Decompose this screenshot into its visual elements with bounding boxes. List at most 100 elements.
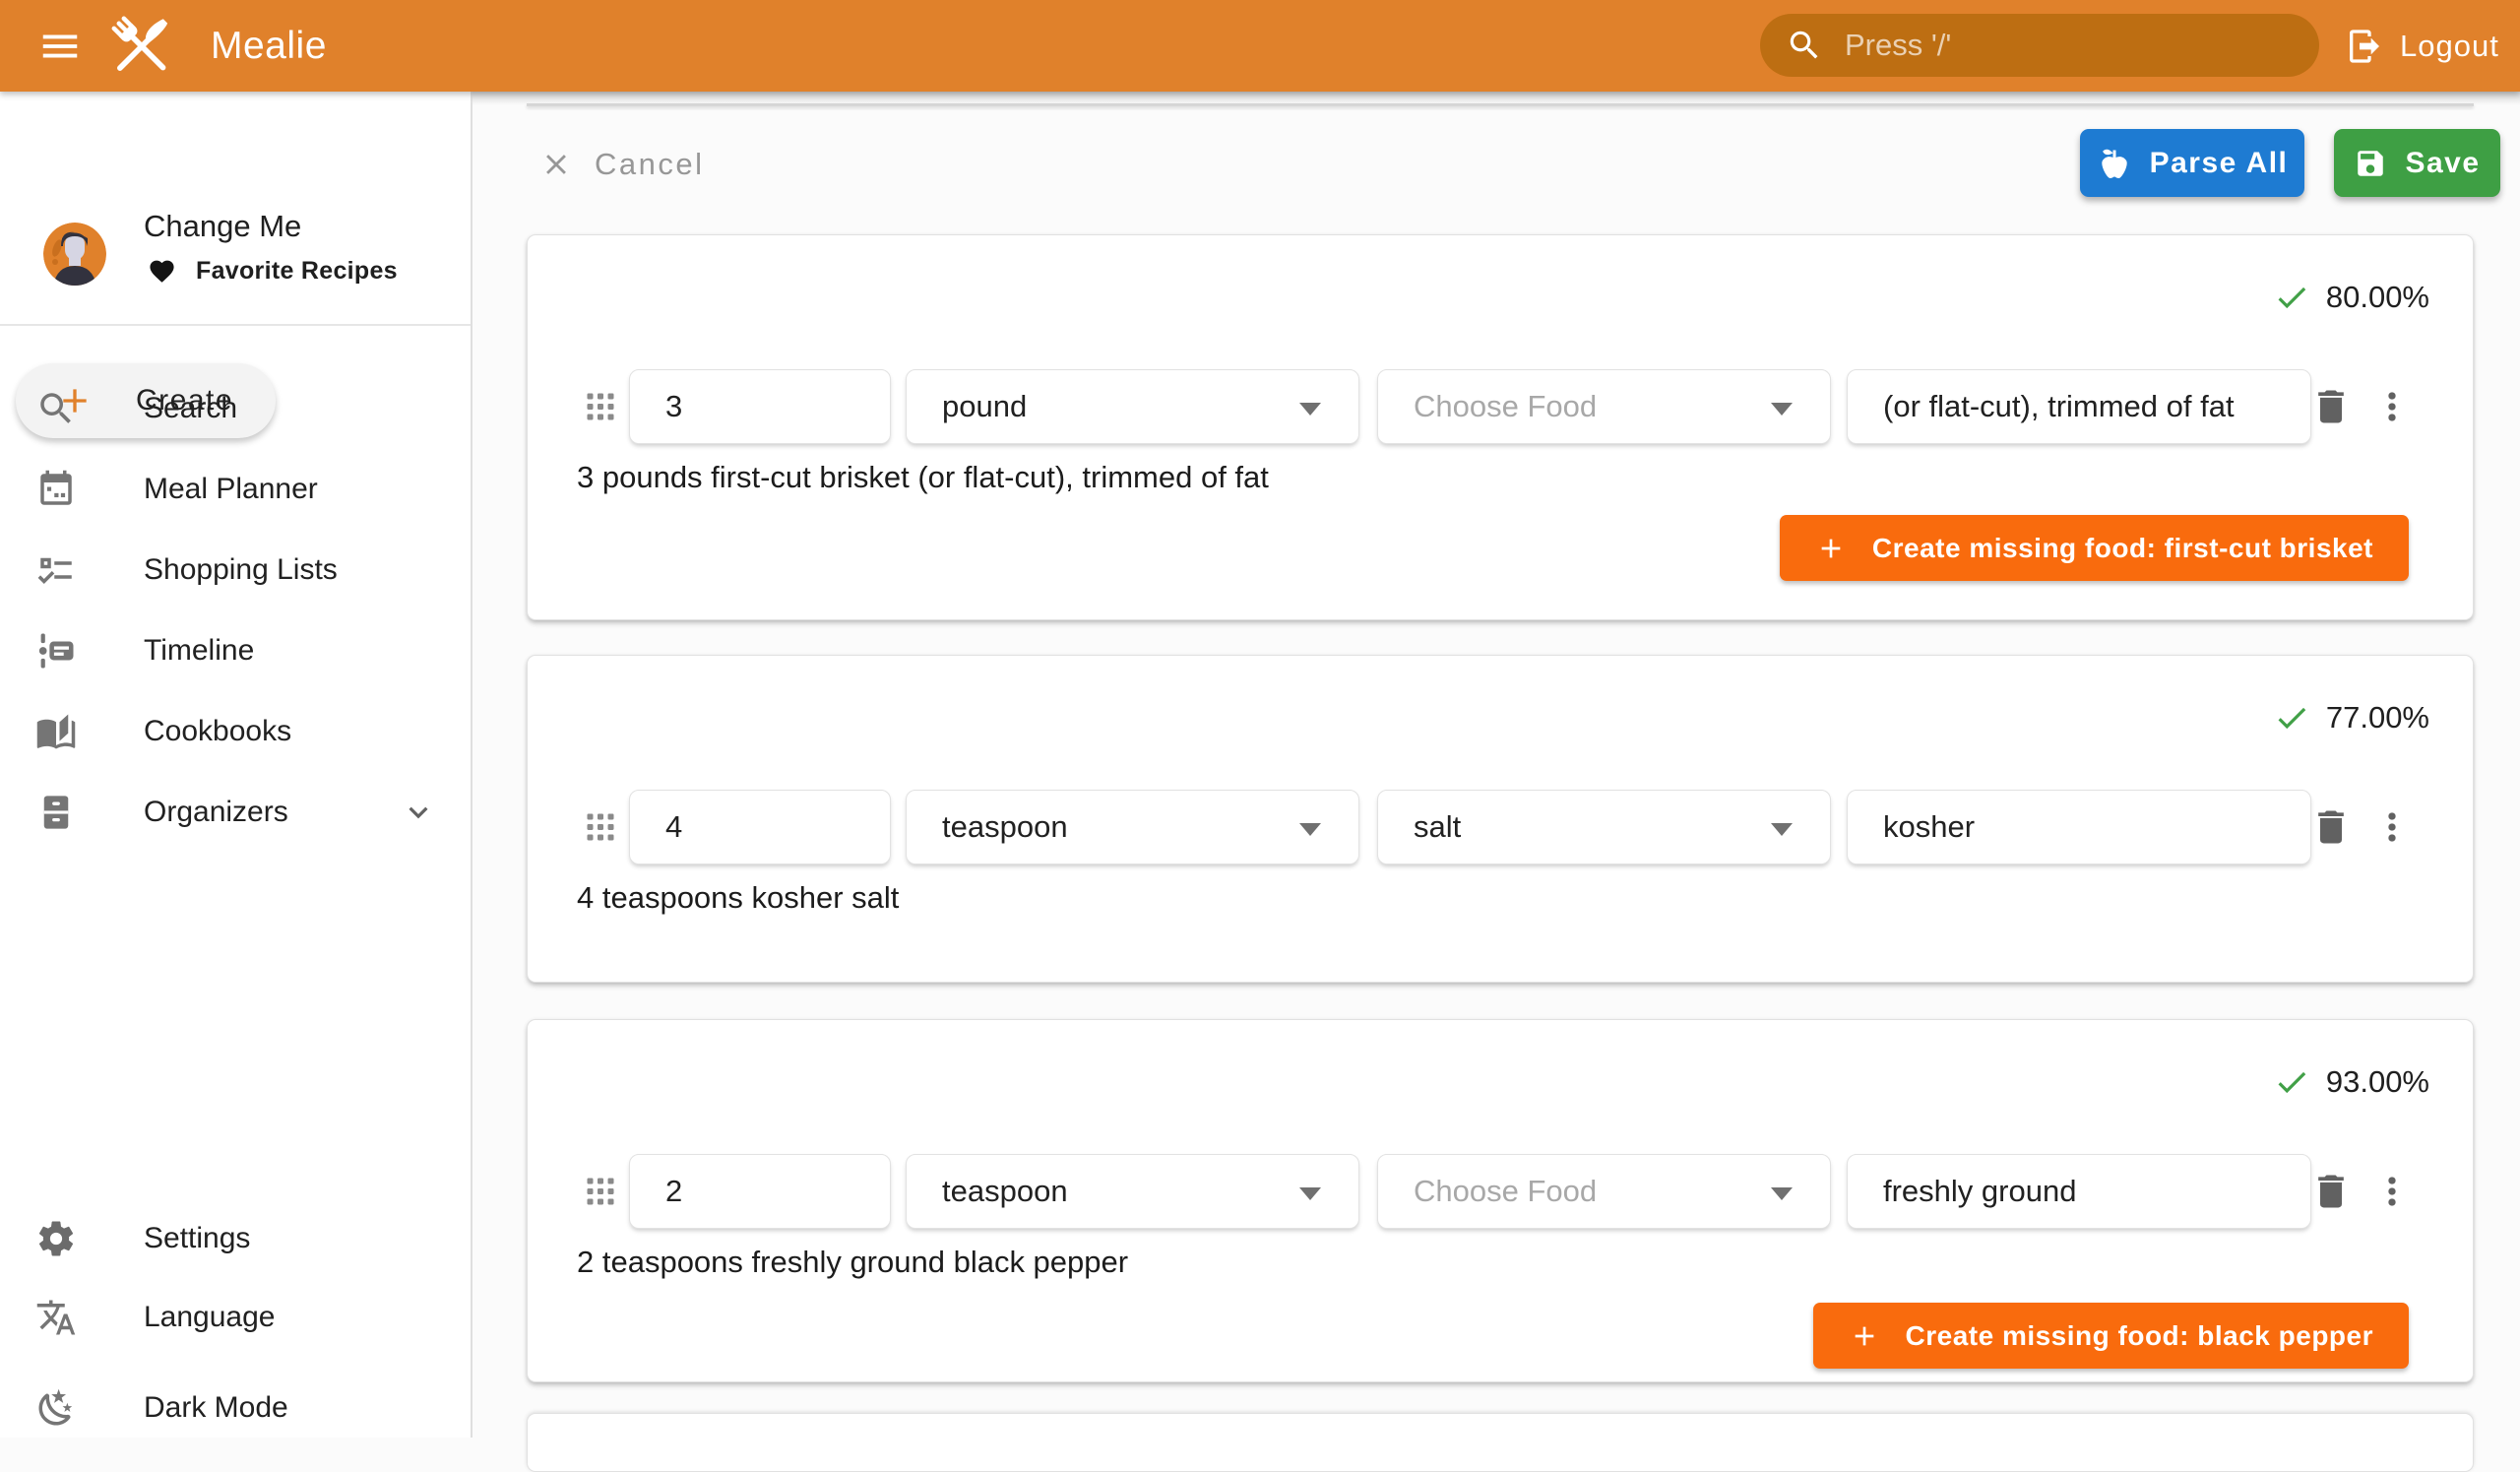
dropdown-arrow-icon [1299, 1187, 1321, 1200]
sidebar-item-shopping-lists[interactable]: Shopping Lists [0, 530, 471, 610]
note-input[interactable]: freshly ground [1847, 1154, 2311, 1229]
delete-icon[interactable] [2309, 1170, 2353, 1213]
search-icon [1786, 27, 1823, 64]
search-icon [35, 388, 77, 429]
ingredient-fields-row: 4 teaspoon salt kosher [528, 790, 2475, 864]
quantity-input[interactable]: 3 [629, 369, 891, 444]
dropdown-arrow-icon [1771, 823, 1793, 836]
create-missing-food-button[interactable]: Create missing food: black pepper [1813, 1303, 2410, 1369]
sidebar-item-dark-mode[interactable]: Dark Mode [0, 1368, 471, 1448]
dropdown-arrow-icon [1299, 403, 1321, 416]
ingredient-fields-row: 2 teaspoon Choose Food freshly ground [528, 1154, 2475, 1229]
ingredient-card: 93.00% 2 teaspoon Choose Food freshly gr… [527, 1019, 2474, 1382]
unit-select[interactable]: pound [906, 369, 1359, 444]
sidebar-item-label: Shopping Lists [144, 553, 338, 587]
apple-icon [2097, 146, 2132, 181]
note-input[interactable]: kosher [1847, 790, 2311, 864]
ingredient-fields-row: 3 pound Choose Food (or flat-cut), trimm… [528, 369, 2475, 444]
confidence-value: 93.00% [2326, 1064, 2429, 1100]
cancel-button[interactable]: Cancel [539, 133, 705, 196]
sidebar-item-label: Search [144, 392, 237, 425]
ingredient-card-partial [527, 1413, 2474, 1472]
chevron-down-icon[interactable] [400, 794, 437, 831]
note-input[interactable]: (or flat-cut), trimmed of fat [1847, 369, 2311, 444]
original-ingredient-text: 4 teaspoons kosher salt [577, 880, 899, 916]
confidence-indicator: 80.00% [2273, 279, 2429, 316]
cabinet-icon [35, 792, 77, 833]
quantity-input[interactable]: 2 [629, 1154, 891, 1229]
app-title: Mealie [211, 0, 327, 92]
parse-all-label: Parse All [2150, 147, 2289, 180]
food-select[interactable]: salt [1377, 790, 1831, 864]
ingredient-card: 80.00% 3 pound Choose Food (or flat-cut)… [527, 234, 2474, 620]
dropdown-arrow-icon [1771, 403, 1793, 416]
logout-icon [2345, 27, 2384, 66]
sidebar-item-search[interactable]: Search [0, 368, 471, 449]
create-missing-food-button[interactable]: Create missing food: first-cut brisket [1780, 515, 2409, 581]
parse-all-button[interactable]: Parse All [2080, 129, 2304, 197]
sidebar-item-label: Organizers [144, 796, 288, 829]
sidebar-item-meal-planner[interactable]: Meal Planner [0, 449, 471, 530]
translate-icon [35, 1297, 77, 1338]
save-icon [2354, 147, 2387, 180]
sidebar-item-label: Meal Planner [144, 473, 318, 506]
confidence-indicator: 77.00% [2273, 699, 2429, 736]
check-icon [2273, 1063, 2310, 1101]
appbar-scroll-shadow [472, 92, 2520, 105]
unit-select[interactable]: teaspoon [906, 790, 1359, 864]
confidence-value: 80.00% [2326, 280, 2429, 315]
drag-handle-icon[interactable] [583, 389, 618, 424]
menu-icon[interactable] [32, 24, 89, 69]
calendar-icon [35, 469, 77, 510]
moon-stars-icon [35, 1387, 77, 1429]
save-button[interactable]: Save [2334, 129, 2500, 197]
unit-select[interactable]: teaspoon [906, 1154, 1359, 1229]
checklist-icon [35, 549, 77, 591]
more-options-icon[interactable] [2370, 805, 2414, 849]
dropdown-arrow-icon [1299, 823, 1321, 836]
delete-icon[interactable] [2309, 385, 2353, 428]
sidebar: Change Me Favorite Recipes Create Search… [0, 92, 472, 1438]
create-missing-food-label: Create missing food: first-cut brisket [1872, 533, 2373, 564]
food-select[interactable]: Choose Food [1377, 1154, 1831, 1229]
close-icon [539, 148, 573, 181]
favorite-recipes-label: Favorite Recipes [196, 257, 398, 286]
confidence-value: 77.00% [2326, 700, 2429, 736]
logout-button[interactable]: Logout [2345, 0, 2499, 92]
delete-icon[interactable] [2309, 805, 2353, 849]
confidence-indicator: 93.00% [2273, 1063, 2429, 1101]
cancel-label: Cancel [595, 147, 705, 182]
user-name[interactable]: Change Me [144, 209, 301, 244]
quantity-input[interactable]: 4 [629, 790, 891, 864]
more-options-icon[interactable] [2370, 1170, 2414, 1213]
sidebar-item-organizers[interactable]: Organizers [0, 772, 471, 853]
create-missing-food-label: Create missing food: black pepper [1906, 1320, 2374, 1352]
more-options-icon[interactable] [2370, 385, 2414, 428]
drag-handle-icon[interactable] [583, 1174, 618, 1209]
avatar[interactable] [43, 223, 106, 286]
sidebar-item-settings[interactable]: Settings [0, 1198, 471, 1279]
sidebar-item-label: Language [144, 1301, 275, 1334]
drag-handle-icon[interactable] [583, 809, 618, 845]
sidebar-item-label: Cookbooks [144, 715, 291, 748]
mealie-logo-icon[interactable] [102, 7, 181, 86]
plus-icon [1815, 533, 1847, 564]
food-select[interactable]: Choose Food [1377, 369, 1831, 444]
sidebar-item-label: Settings [144, 1222, 250, 1255]
search-input[interactable]: Press '/' [1760, 14, 2319, 77]
ingredient-card: 77.00% 4 teaspoon salt kosher 4 teaspoon… [527, 655, 2474, 983]
sidebar-item-label: Timeline [144, 634, 254, 668]
timeline-icon [35, 630, 77, 672]
heart-icon [148, 257, 176, 286]
sidebar-item-language[interactable]: Language [0, 1277, 471, 1358]
sidebar-item-cookbooks[interactable]: Cookbooks [0, 691, 471, 772]
favorite-recipes-link[interactable]: Favorite Recipes [148, 257, 398, 286]
main-content: Cancel Parse All Save 80.00% 3 pound [472, 92, 2520, 1438]
original-ingredient-text: 3 pounds first-cut brisket (or flat-cut)… [577, 460, 1269, 495]
check-icon [2273, 699, 2310, 736]
plus-icon [1849, 1320, 1880, 1352]
gear-icon [35, 1218, 77, 1259]
sidebar-item-label: Dark Mode [144, 1391, 288, 1425]
sidebar-item-timeline[interactable]: Timeline [0, 610, 471, 691]
logout-label: Logout [2400, 29, 2499, 64]
